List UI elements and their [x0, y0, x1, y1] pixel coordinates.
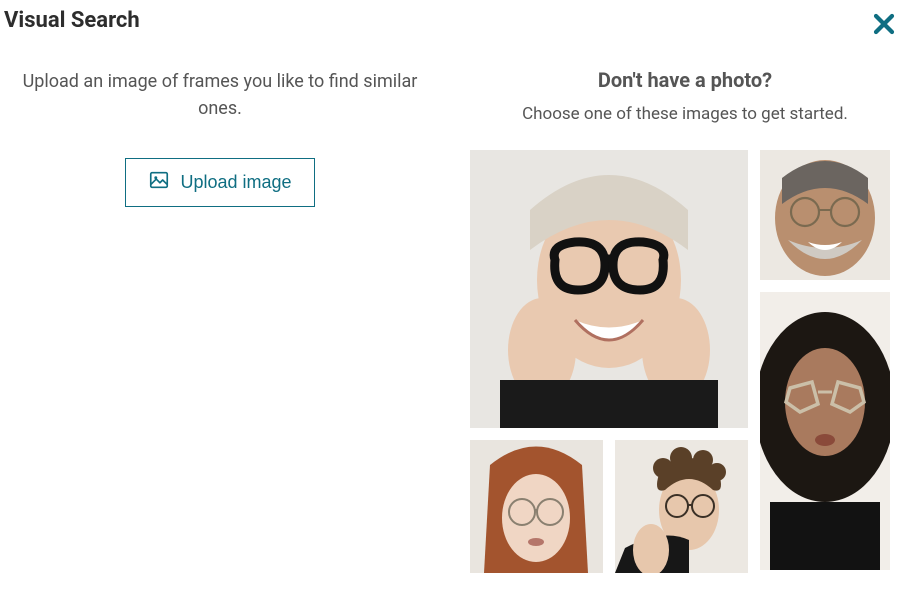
upload-instructions: Upload an image of frames you like to fi… [20, 68, 420, 122]
sample-heading: Don't have a photo? [470, 68, 900, 92]
sample-image-3[interactable] [760, 292, 890, 570]
sample-image-2[interactable] [760, 150, 890, 280]
sample-image-5[interactable] [615, 440, 748, 573]
modal-title: Visual Search [4, 8, 140, 33]
upload-image-button[interactable]: Upload image [125, 158, 314, 207]
close-icon [872, 12, 896, 36]
upload-button-label: Upload image [180, 172, 291, 193]
sample-image-4[interactable] [470, 440, 603, 573]
close-button[interactable] [868, 8, 900, 40]
image-icon [148, 169, 170, 196]
sample-panel: Don't have a photo? Choose one of these … [430, 68, 906, 580]
sample-subheading: Choose one of these images to get starte… [470, 104, 900, 124]
sample-image-1[interactable] [470, 150, 748, 428]
upload-panel: Upload an image of frames you like to fi… [10, 68, 430, 580]
sample-gallery [470, 150, 900, 580]
